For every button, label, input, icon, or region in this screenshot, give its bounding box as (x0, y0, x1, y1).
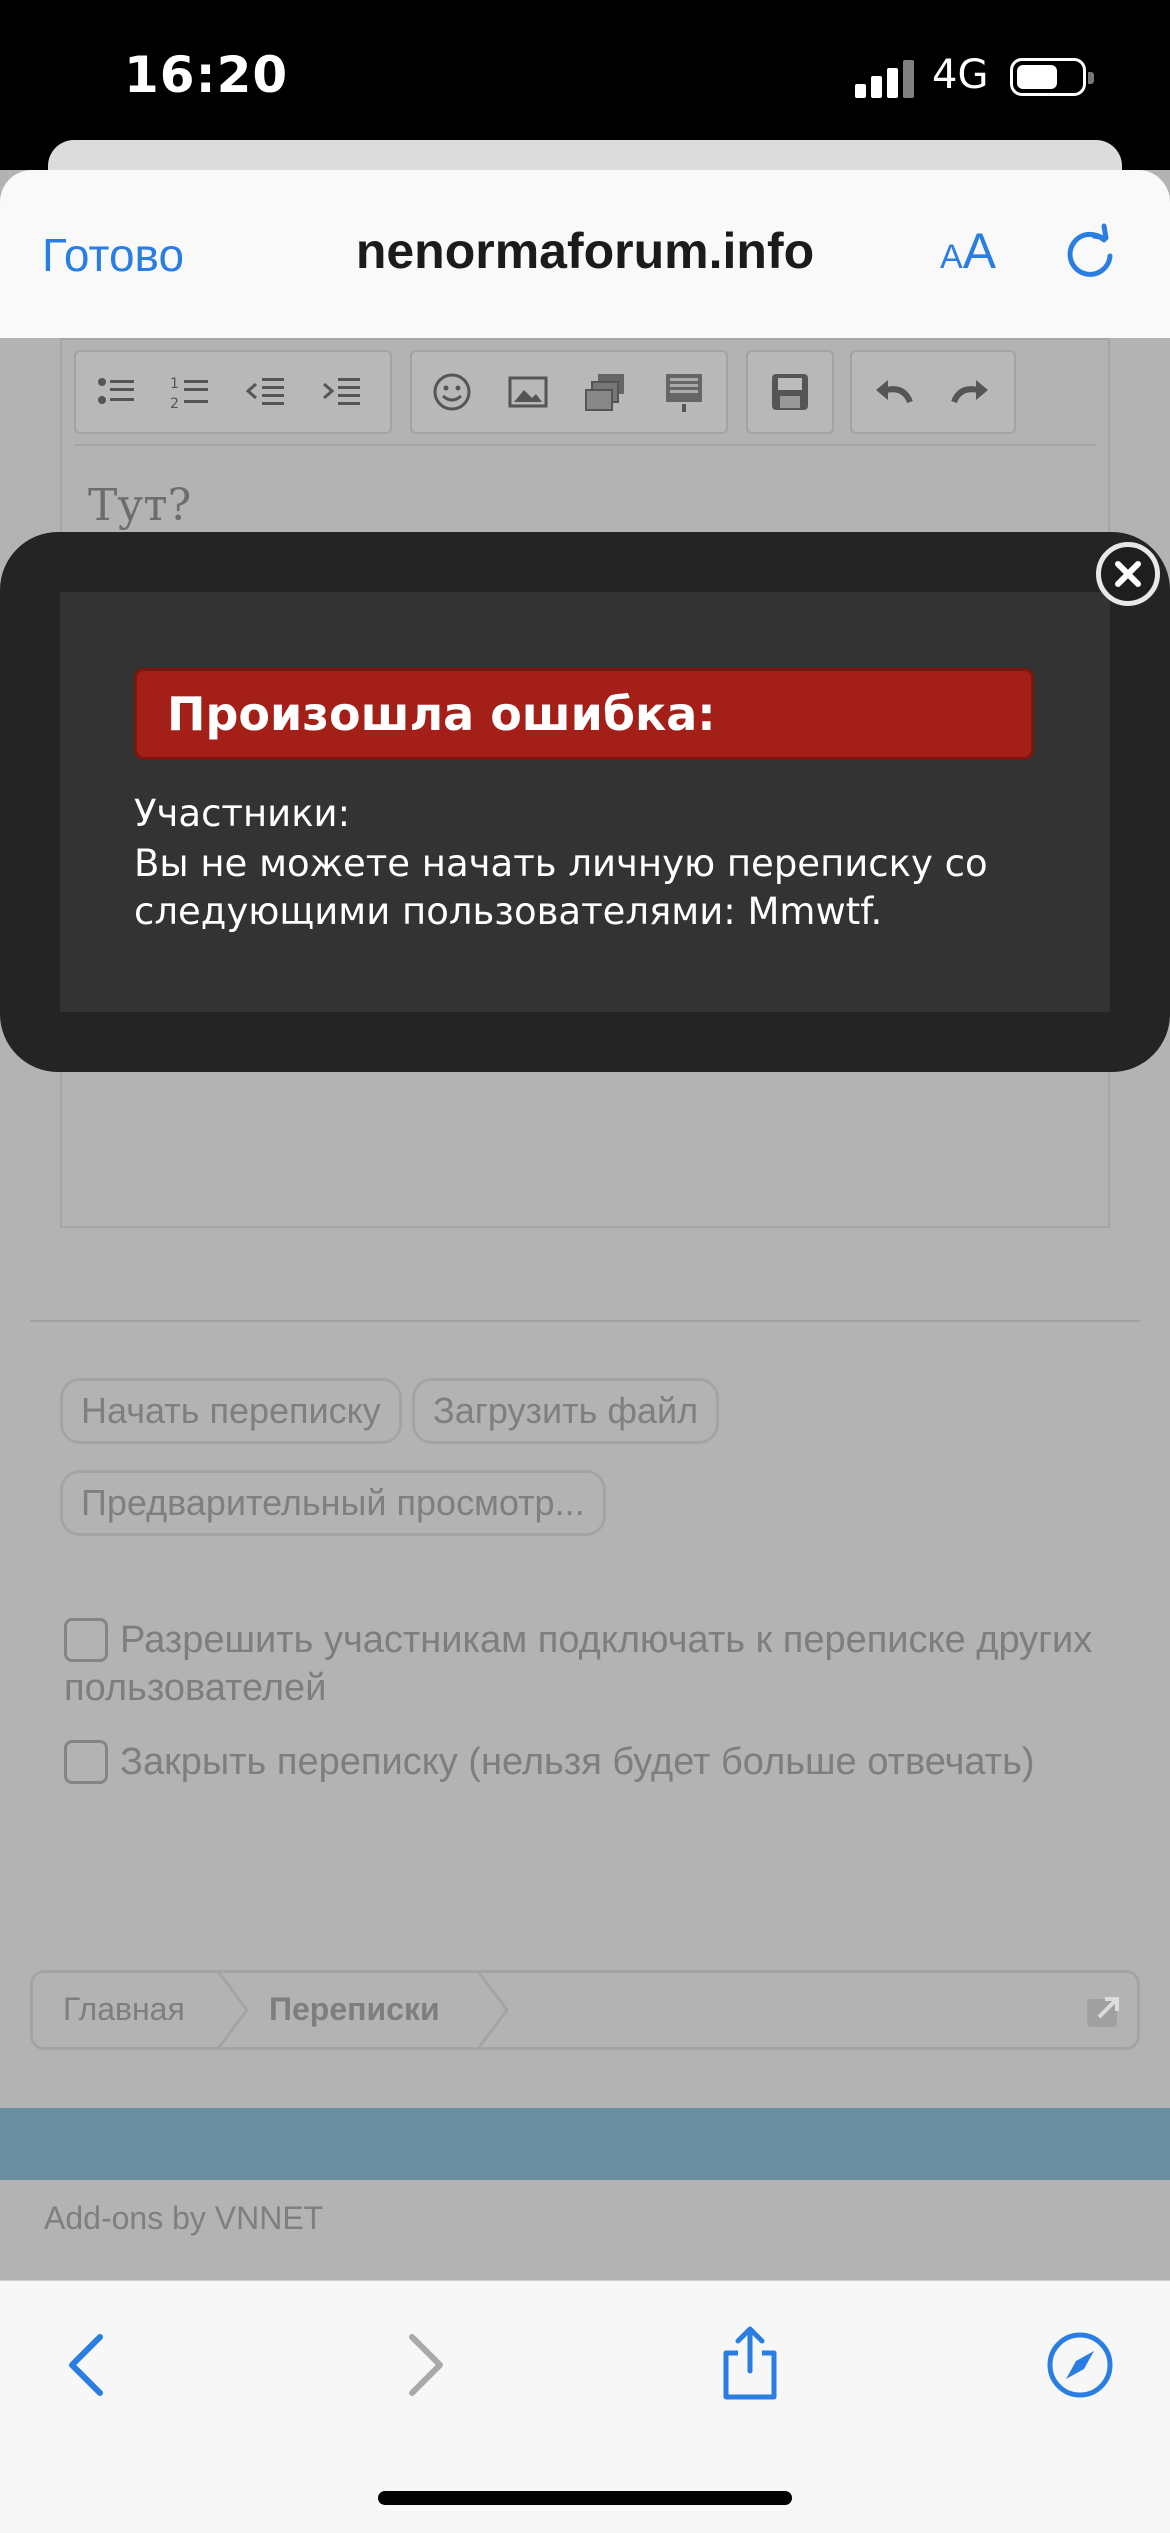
toolbar-group-lists: 12 (74, 350, 392, 434)
svg-text:2: 2 (170, 396, 179, 412)
editor-text: Тут? (88, 480, 192, 531)
network-type: 4G (932, 52, 989, 98)
media-icon[interactable] (584, 370, 628, 414)
save-icon[interactable] (768, 370, 812, 414)
addons-credit[interactable]: Add-ons by VNNET (44, 2200, 323, 2237)
undo-icon[interactable] (872, 370, 916, 414)
close-conversation-checkbox[interactable] (64, 1740, 108, 1784)
start-conversation-button[interactable]: Начать переписку (60, 1378, 402, 1444)
indent-icon[interactable] (320, 370, 364, 414)
back-icon[interactable] (48, 2323, 128, 2403)
error-banner: Произошла ошибка: (134, 668, 1034, 760)
editor-toolbar-divider (74, 444, 1096, 446)
browser-header: Готово nenormaforum.info AA (0, 170, 1170, 339)
numbered-list-icon[interactable]: 12 (168, 370, 212, 414)
upload-file-button[interactable]: Загрузить файл (412, 1378, 720, 1444)
section-divider (30, 1320, 1140, 1322)
toolbar-group-media (410, 350, 728, 434)
cellular-signal-icon (855, 58, 915, 98)
text-size-button[interactable]: AA (940, 222, 996, 280)
error-message-title: Участники: (134, 792, 351, 835)
redo-icon[interactable] (948, 370, 992, 414)
breadcrumb: Главная Переписки (30, 1970, 1140, 2050)
close-icon (1115, 561, 1141, 587)
svg-text:1: 1 (170, 376, 179, 392)
allow-invite-label: Разрешить участникам подключать к перепи… (64, 1619, 1093, 1709)
bullet-list-icon[interactable] (94, 370, 138, 414)
error-modal: Произошла ошибка: Участники: Вы не может… (0, 532, 1170, 1072)
smiley-icon[interactable] (430, 370, 474, 414)
jump-to-page-icon[interactable] (1083, 1991, 1123, 2031)
breadcrumb-home[interactable]: Главная (63, 1991, 185, 2028)
breadcrumb-separator-icon (215, 1970, 249, 2050)
breadcrumb-conversations[interactable]: Переписки (269, 1991, 440, 2028)
error-title: Произошла ошибка: (167, 687, 716, 741)
close-modal-button[interactable] (1096, 542, 1160, 606)
error-modal-content: Произошла ошибка: Участники: Вы не может… (60, 592, 1110, 1012)
breadcrumb-separator-icon (475, 1970, 509, 2050)
compass-icon[interactable] (1040, 2323, 1120, 2403)
preview-button[interactable]: Предварительный просмотр... (60, 1470, 606, 1536)
error-message-body: Вы не можете начать личную переписку со … (134, 842, 988, 933)
home-indicator[interactable] (378, 2491, 792, 2505)
outdent-icon[interactable] (244, 370, 288, 414)
text-size-large: A (962, 223, 997, 279)
status-time: 16:20 (124, 46, 289, 104)
image-icon[interactable] (506, 370, 550, 414)
template-icon[interactable] (662, 370, 706, 414)
text-size-small: A (940, 238, 963, 276)
toolbar-group-history (850, 350, 1016, 434)
share-icon[interactable] (710, 2323, 790, 2403)
close-conversation-label: Закрыть переписку (нельзя будет больше о… (120, 1741, 1035, 1783)
toolbar-group-save (746, 350, 834, 434)
reload-icon[interactable] (1060, 222, 1120, 282)
battery-icon (1010, 58, 1094, 96)
footer-bar (0, 2108, 1170, 2180)
forward-icon[interactable] (384, 2323, 464, 2403)
